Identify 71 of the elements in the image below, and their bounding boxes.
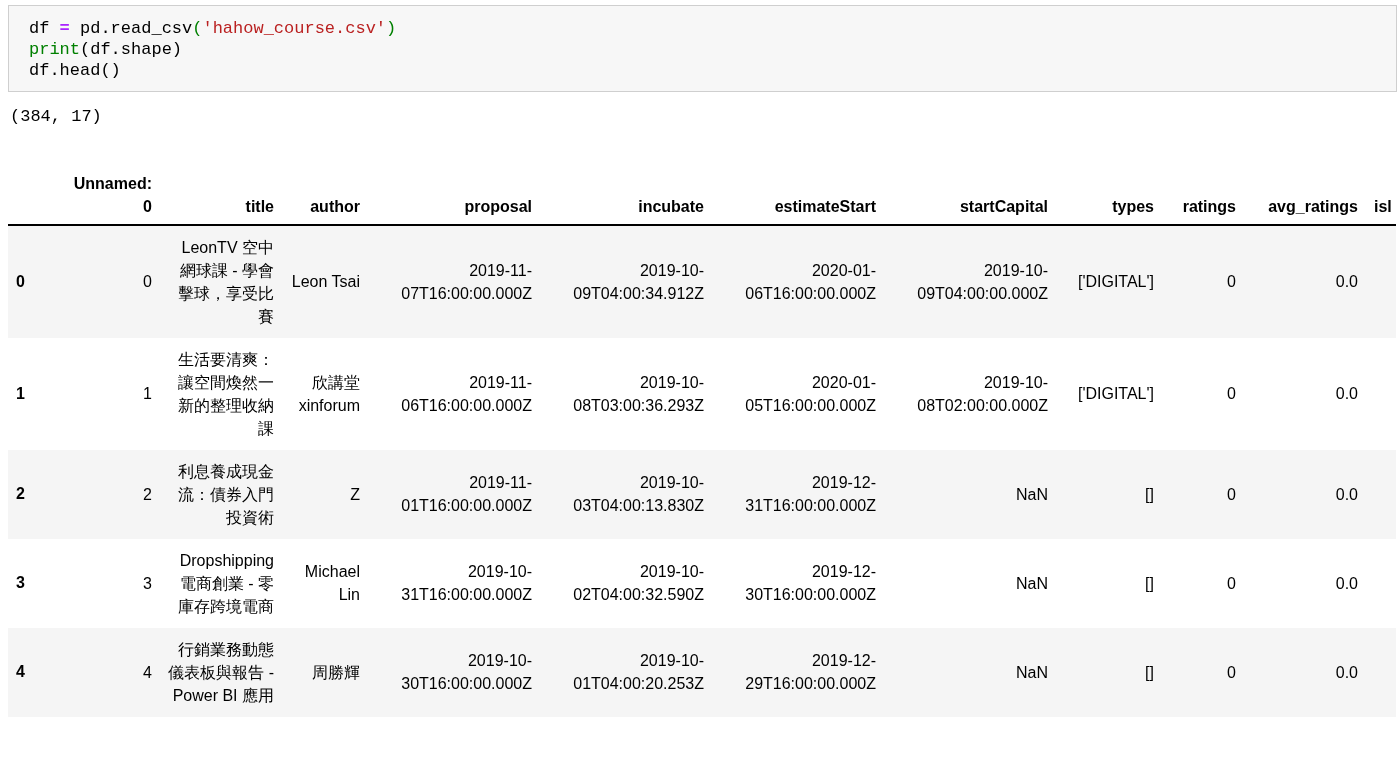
table-cell: 2 <box>143 485 152 503</box>
table-cell: 2019-12-30T16:00:00.000Z <box>745 563 876 603</box>
column-header: title <box>245 196 274 217</box>
table-cell: 周勝輝 <box>312 663 360 681</box>
row-index: 0 <box>16 272 25 290</box>
column-header: types <box>1112 196 1154 217</box>
table-cell: 生活要清爽：讓空間煥然一新的整理收納課 <box>178 350 274 437</box>
table-cell: 2019-10-08T02:00:00.000Z <box>917 373 1048 414</box>
table-cell: 0 <box>1227 385 1236 402</box>
table-cell: [] <box>1145 663 1154 681</box>
table-cell: 利息養成現金流：債券入門投資術 <box>178 462 274 526</box>
table-cell: ['DIGITAL'] <box>1077 273 1154 290</box>
table-cell: 0.0 <box>1335 485 1358 503</box>
table-cell: 0 <box>1227 273 1236 290</box>
column-header: proposal <box>464 196 532 217</box>
table-cell: 2019-10-03T04:00:13.830Z <box>573 474 704 514</box>
code-line: df = pd.read_csv('hahow_course.csv') <box>29 18 397 39</box>
table-cell: 4 <box>143 663 152 681</box>
column-header: avg_ratings <box>1268 196 1358 217</box>
table-cell: 0 <box>1227 574 1236 592</box>
column-header: incubate <box>638 196 704 217</box>
table-cell: ['DIGITAL'] <box>1077 385 1154 402</box>
row-index: 2 <box>16 485 25 502</box>
column-header: estimateStart <box>774 196 876 217</box>
table-cell: 2019-10-09T04:00:00.000Z <box>917 261 1048 302</box>
table-cell: 2019-10-31T16:00:00.000Z <box>401 563 532 603</box>
table-cell: 2019-10-09T04:00:34.912Z <box>573 261 704 302</box>
table-cell: 2020-01-05T16:00:00.000Z <box>745 373 876 414</box>
table-cell: 2019-11-01T16:00:00.000Z <box>401 474 532 514</box>
row-index: 3 <box>16 574 25 591</box>
table-cell: 2019-12-31T16:00:00.000Z <box>745 474 876 514</box>
table-cell: 2019-10-01T04:00:20.253Z <box>573 652 704 692</box>
table-cell: 2019-11-06T16:00:00.000Z <box>401 373 532 414</box>
table-cell: LeonTV 空中網球課 - 學會擊球，享受比賽 <box>178 238 274 325</box>
table-cell: 2019-12-29T16:00:00.000Z <box>745 652 876 692</box>
column-header: startCapital <box>959 196 1048 217</box>
table-cell: 1 <box>143 385 152 402</box>
code-cell[interactable]: df = pd.read_csv('hahow_course.csv') print(df.shape) df.head() <box>8 5 1397 92</box>
table-cell: NaN <box>1016 663 1048 681</box>
row-index: 4 <box>16 663 25 680</box>
table-cell: 0.0 <box>1335 273 1358 290</box>
code-line: print(df.shape) <box>29 39 183 60</box>
column-header: Unnamed: 0 <box>72 173 152 217</box>
table-cell: 2019-11-07T16:00:00.000Z <box>401 261 532 302</box>
column-header: author <box>310 196 360 217</box>
table-cell: 欣講堂 xinforum <box>298 373 360 414</box>
column-header: isl <box>1374 196 1392 217</box>
table-cell: 0 <box>1227 485 1236 503</box>
table-cell: Z <box>350 485 360 503</box>
table-cell: 2019-10-30T16:00:00.000Z <box>401 652 532 692</box>
table-cell: [] <box>1145 485 1154 503</box>
table-cell: Leon Tsai <box>291 273 360 290</box>
column-header: ratings <box>1182 196 1236 217</box>
table-cell: 0.0 <box>1335 574 1358 592</box>
table-cell: 3 <box>143 574 152 592</box>
table-cell: [] <box>1145 574 1154 592</box>
output-text: (384, 17) <box>10 106 102 128</box>
code-line: df.head() <box>29 60 121 81</box>
table-cell: NaN <box>1016 574 1048 592</box>
row-index: 1 <box>16 384 25 402</box>
table-cell: 行銷業務動態儀表板與報告 - Power BI 應用 <box>168 640 274 704</box>
table-cell: 0.0 <box>1335 385 1358 402</box>
table-cell: 0.0 <box>1335 663 1358 681</box>
table-cell: 0 <box>1227 663 1236 681</box>
table-cell: 2019-10-08T03:00:36.293Z <box>573 373 704 414</box>
table-cell: Dropshipping 電商創業 - 零庫存跨境電商 <box>178 551 274 615</box>
table-cell: 0 <box>143 273 152 290</box>
table-cell: 2019-10-02T04:00:32.590Z <box>573 563 704 603</box>
table-cell: Michael Lin <box>304 563 360 603</box>
table-cell: 2020-01-06T16:00:00.000Z <box>745 261 876 302</box>
table-cell: NaN <box>1016 485 1048 503</box>
